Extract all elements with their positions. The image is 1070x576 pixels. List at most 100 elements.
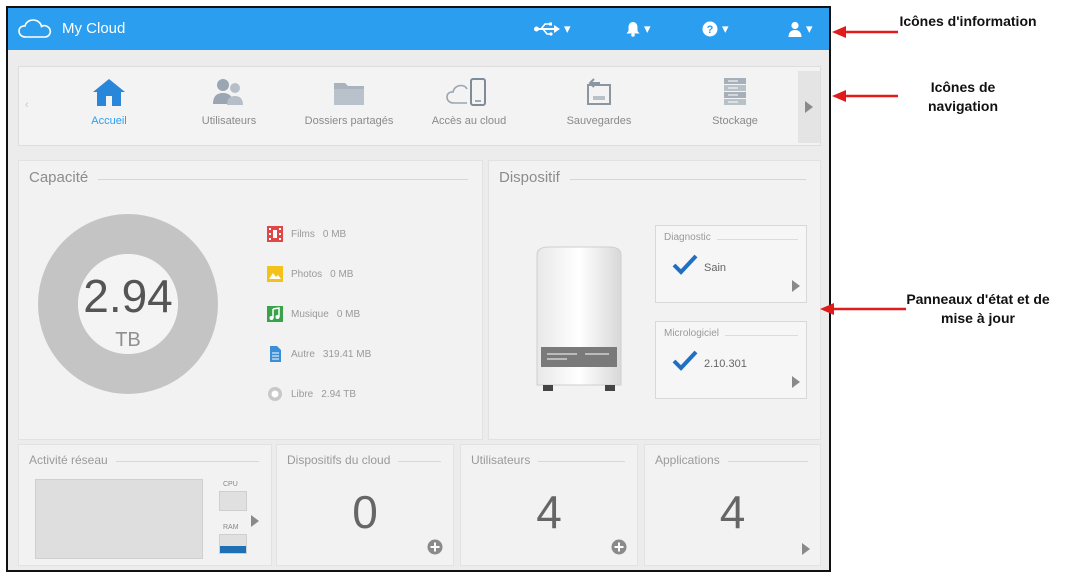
home-icon (93, 79, 125, 106)
nav-item-accueil[interactable]: Accueil (49, 77, 169, 139)
chevron-right-icon[interactable] (251, 515, 259, 527)
free-space-icon (267, 386, 283, 402)
help-menu[interactable]: ? ▾ (702, 18, 729, 40)
legend-value: 2.94 TB (321, 388, 357, 400)
folder-icon (334, 83, 364, 105)
legend-autre: Autre 319.41 MB (267, 345, 371, 363)
diagnostic-card[interactable]: Diagnostic Sain (655, 225, 807, 303)
help-icon: ? (702, 21, 718, 37)
capacity-title: Capacité (29, 169, 99, 186)
legend-photos: Photos 0 MB (267, 265, 353, 283)
nav-label: Dossiers partagés (304, 115, 394, 127)
cloud-devices-title: Dispositifs du cloud (287, 453, 399, 467)
my-cloud-dashboard: My Cloud ▾ ▾ ? ▾ ▾ ‹ Accueil Utilisateur… (6, 6, 831, 572)
top-bar: My Cloud ▾ ▾ ? ▾ ▾ (8, 8, 829, 50)
annotation-nav-icons: Icônes de navigation (927, 79, 998, 114)
storage-icon (724, 78, 746, 105)
user-icon (788, 21, 802, 37)
chevron-right-icon[interactable] (802, 543, 810, 555)
check-icon (672, 350, 698, 371)
legend-libre: Libre 2.94 TB (267, 385, 356, 403)
firmware-card[interactable]: Micrologiciel 2.10.301 (655, 321, 807, 399)
legend-musique: Musique 0 MB (267, 305, 360, 323)
nav-label: Utilisateurs (201, 115, 257, 127)
network-activity-panel: Activité réseau CPU RAM (18, 444, 272, 566)
capacity-panel: Capacité 2.94 TB Films 0 MB Photos 0 MB (18, 160, 483, 440)
cloud-device-icon (446, 78, 486, 106)
chevron-right-icon (805, 101, 813, 113)
firmware-title: Micrologiciel (664, 328, 726, 339)
capacity-unit: TB (115, 329, 141, 351)
usb-menu[interactable]: ▾ (534, 18, 571, 40)
legend-value: 0 MB (330, 268, 354, 280)
legend-value: 0 MB (336, 308, 361, 320)
nav-label: Accueil (91, 115, 127, 127)
users-panel[interactable]: Utilisateurs 4 (460, 444, 638, 566)
cloud-logo-icon (18, 19, 52, 38)
annotation-status-panels: Panneaux d'état et de mise à jour (906, 291, 1050, 326)
diagnostic-value: Sain (704, 262, 727, 274)
chevron-down-icon: ▾ (806, 21, 813, 36)
users-icon (213, 79, 243, 105)
add-icon[interactable] (427, 539, 443, 555)
photo-icon (267, 266, 283, 282)
cpu-meter (219, 491, 247, 511)
add-icon[interactable] (611, 539, 627, 555)
legend-label: Autre (291, 348, 315, 360)
chevron-right-icon[interactable] (792, 280, 800, 292)
network-activity-title: Activité réseau (29, 453, 116, 467)
chevron-down-icon: ▾ (644, 21, 651, 36)
bell-icon (626, 22, 640, 37)
users-title: Utilisateurs (471, 453, 539, 467)
app-title[interactable]: My Cloud (62, 20, 125, 37)
device-panel: Dispositif Diagnostic Sain Micrologiciel… (488, 160, 821, 440)
nas-device-image (536, 246, 622, 391)
cloud-devices-panel[interactable]: Dispositifs du cloud 0 (276, 444, 454, 566)
ram-meter (219, 534, 247, 554)
legend-value: 319.41 MB (322, 348, 372, 360)
diagnostic-title: Diagnostic (664, 232, 717, 243)
network-activity-graph (35, 479, 203, 559)
music-icon (267, 306, 283, 322)
nav-item-dossiers-partages[interactable]: Dossiers partagés (289, 77, 409, 139)
svg-text:?: ? (707, 24, 714, 36)
legend-films: Films 0 MB (267, 225, 346, 243)
annotation-arrow (832, 26, 898, 38)
nav-item-stockage[interactable]: Stockage (675, 77, 795, 139)
nav-item-utilisateurs[interactable]: Utilisateurs (169, 77, 289, 139)
usb-icon (534, 22, 560, 36)
film-icon (267, 226, 283, 242)
ram-label: RAM (223, 524, 239, 531)
nav-item-acces-au-cloud[interactable]: Accès au cloud (409, 77, 529, 139)
chevron-right-icon[interactable] (792, 376, 800, 388)
nav-label: Sauvegardes (566, 115, 632, 127)
legend-label: Musique (291, 308, 329, 320)
document-icon (267, 346, 283, 362)
nav-item-sauvegardes[interactable]: Sauvegardes (539, 77, 659, 139)
ram-meter-fill (220, 545, 246, 553)
legend-label: Photos (291, 268, 323, 280)
cloud-devices-count: 0 (352, 486, 378, 538)
legend-label: Films (291, 228, 315, 240)
annotation-arrow (820, 303, 906, 315)
users-count: 4 (536, 486, 562, 538)
nav-label: Stockage (712, 115, 758, 127)
check-icon (672, 254, 698, 275)
annotation-arrow (832, 90, 898, 102)
nav-label: Accès au cloud (431, 115, 507, 127)
capacity-value: 2.94 (83, 270, 173, 322)
applications-count: 4 (719, 486, 746, 538)
applications-title: Applications (655, 453, 728, 467)
backup-icon (587, 78, 611, 105)
user-menu[interactable]: ▾ (788, 18, 813, 40)
annotation-info-icons: Icônes d'information (899, 13, 1037, 29)
applications-panel[interactable]: Applications 4 (644, 444, 821, 566)
notifications-menu[interactable]: ▾ (626, 18, 651, 40)
chevron-down-icon: ▾ (564, 21, 571, 36)
chevron-down-icon: ▾ (722, 21, 729, 36)
firmware-version: 2.10.301 (704, 358, 747, 370)
nav-scroll-right-button[interactable] (798, 71, 820, 143)
legend-value: 0 MB (322, 228, 347, 240)
navigation-bar: ‹ Accueil Utilisateurs Dossiers partagés (18, 66, 821, 146)
nav-scroll-left-icon[interactable]: ‹ (25, 99, 29, 111)
